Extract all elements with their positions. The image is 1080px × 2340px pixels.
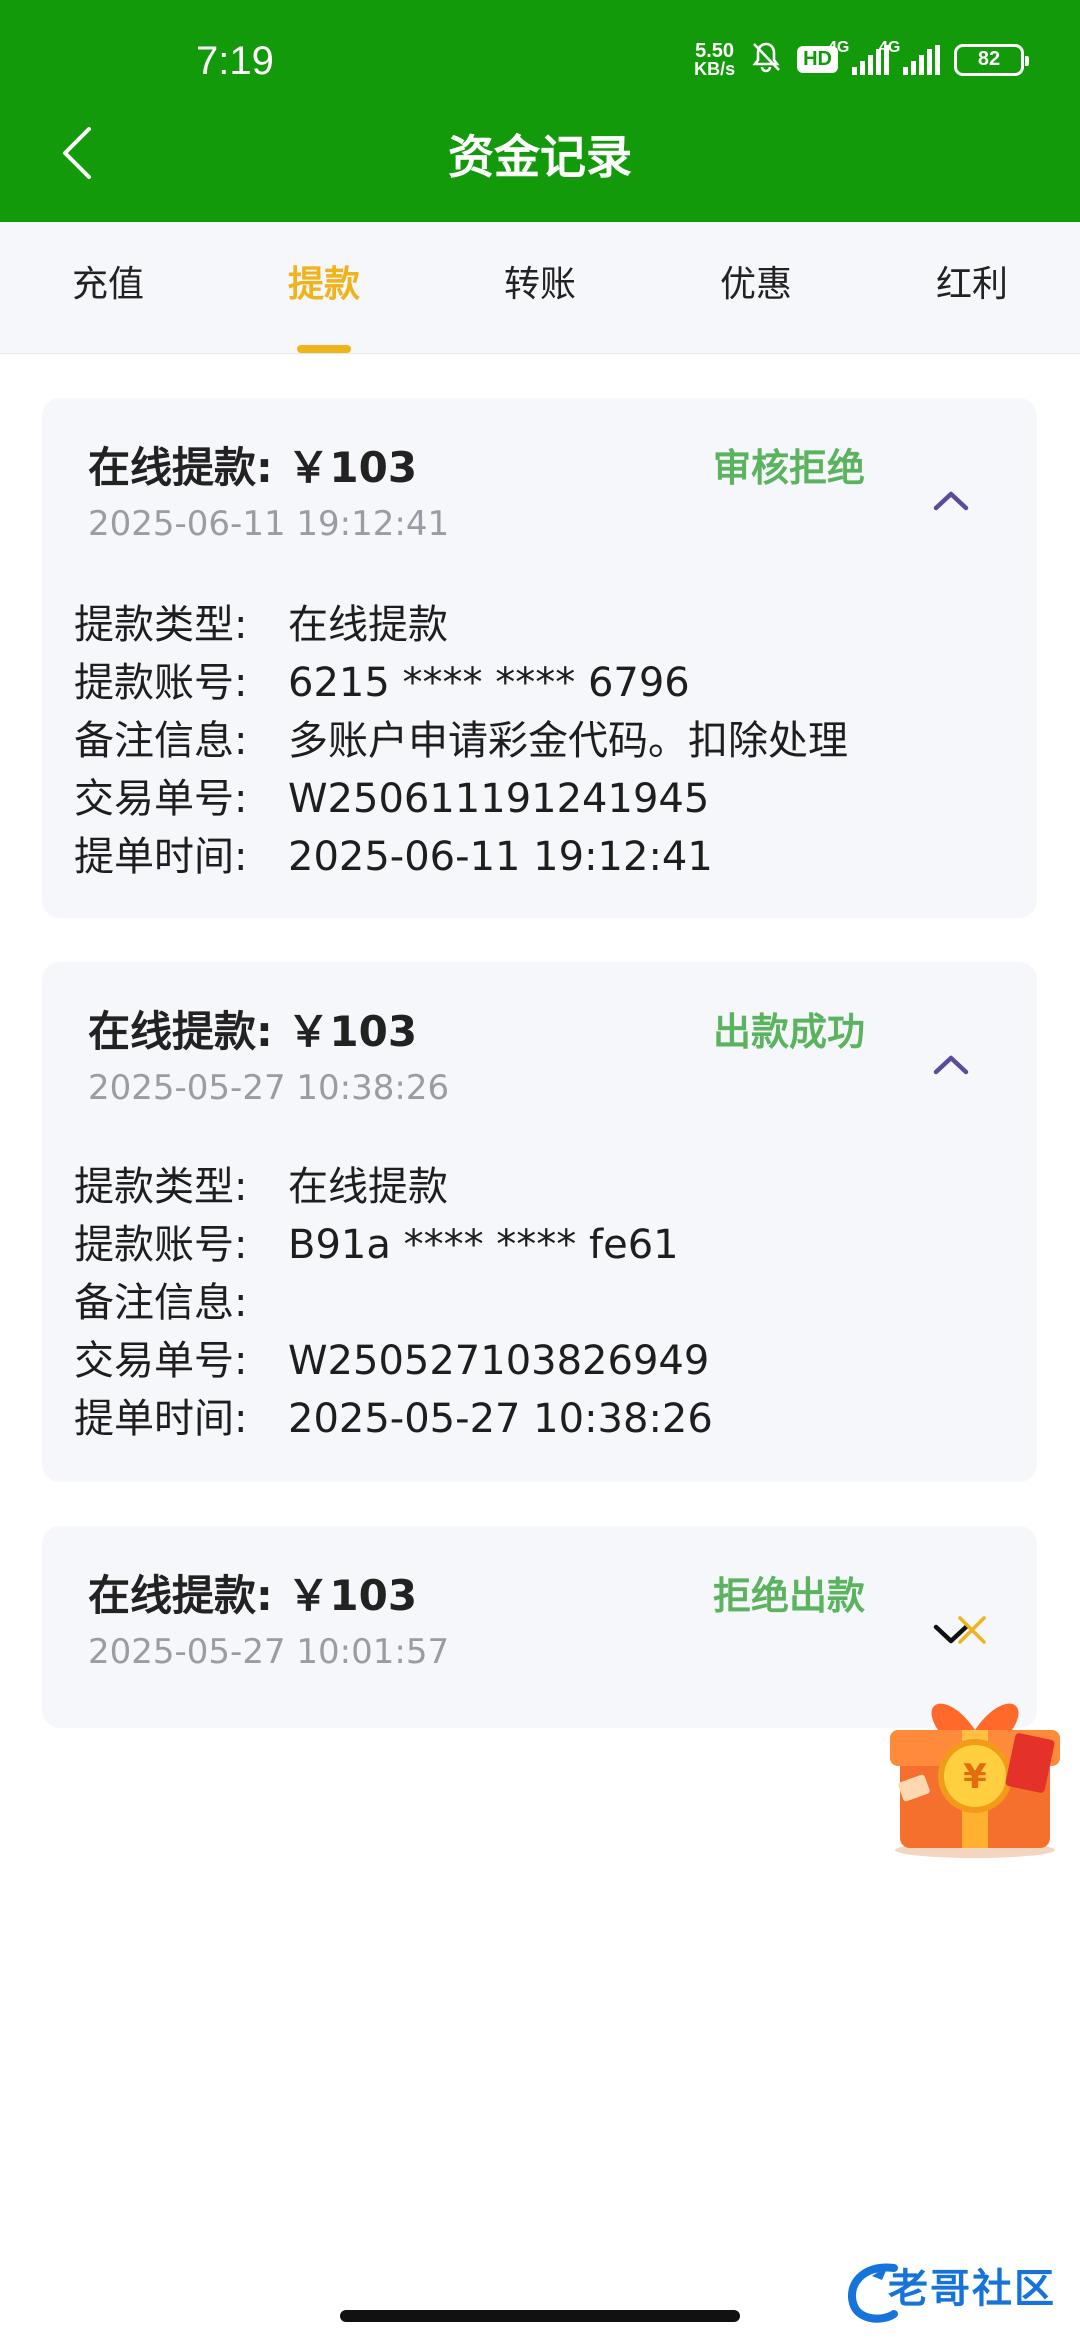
detail-row: 交易单号: W250611191241945	[74, 770, 848, 828]
detail-key: 备注信息:	[74, 1280, 248, 1326]
chevron-up-icon	[933, 1055, 969, 1075]
status-icons: 5.50 KB/s HD 4G 4G 82	[694, 38, 1029, 79]
svg-text:¥: ¥	[963, 1757, 987, 1797]
tab-withdraw[interactable]: 提款	[216, 222, 432, 353]
detail-value: 6215 **** **** 6796	[288, 660, 690, 706]
net-speed-unit: KB/s	[694, 58, 736, 79]
status-time: 7:19	[196, 39, 274, 83]
tab-transfer[interactable]: 转账	[432, 222, 648, 353]
detail-key: 提款账号:	[74, 660, 248, 706]
detail-row: 提款类型: 在线提款	[74, 596, 848, 654]
active-tab-indicator	[297, 345, 351, 353]
detail-key: 提单时间:	[74, 834, 248, 880]
tab-bar: 充值 提款 转账 优惠 红利	[0, 222, 1080, 354]
record-amount: 在线提款: ￥103	[88, 1571, 418, 1620]
detail-key: 提款账号:	[74, 1222, 248, 1268]
record-amount: 在线提款: ￥103	[88, 1007, 418, 1056]
network-type-2: 4G	[879, 38, 901, 56]
withdraw-record-card[interactable]: 在线提款: ￥103 2025-06-11 19:12:41 审核拒绝 提款类型…	[42, 398, 1037, 918]
detail-row: 提款类型: 在线提款	[74, 1158, 713, 1216]
detail-value: 在线提款	[288, 602, 448, 648]
detail-key: 提单时间:	[74, 1396, 248, 1442]
detail-key: 提款类型:	[74, 1164, 248, 1210]
record-status: 拒绝出款	[712, 1574, 865, 1618]
detail-row: 提单时间: 2025-06-11 19:12:41	[74, 828, 848, 886]
battery-level: 82	[977, 48, 1001, 70]
detail-row: 备注信息:	[74, 1274, 713, 1332]
net-speed-value: 5.50	[695, 39, 735, 62]
page-title: 资金记录	[448, 130, 632, 184]
collapse-toggle[interactable]	[927, 1046, 975, 1082]
detail-row: 交易单号: W250527103826949	[74, 1332, 713, 1390]
detail-value: 多账户申请彩金代码。扣除处理	[288, 718, 848, 764]
home-indicator[interactable]	[340, 2310, 740, 2322]
detail-row: 提单时间: 2025-05-27 10:38:26	[74, 1390, 713, 1448]
record-date: 2025-05-27 10:38:26	[88, 1068, 450, 1108]
gift-box-icon: ¥	[890, 1703, 1060, 1858]
record-status: 审核拒绝	[712, 446, 865, 490]
detail-value: W250527103826949	[288, 1338, 710, 1384]
tab-deposit[interactable]: 充值	[0, 222, 216, 353]
detail-row: 备注信息: 多账户申请彩金代码。扣除处理	[74, 712, 848, 770]
detail-key: 备注信息:	[74, 718, 248, 764]
close-gift-button[interactable]	[950, 1608, 994, 1652]
tab-label: 提款	[287, 264, 360, 305]
detail-value: 在线提款	[288, 1164, 448, 1210]
floating-gift-button[interactable]: ¥	[878, 1660, 1072, 1860]
detail-row: 提款账号: 6215 **** **** 6796	[74, 654, 848, 712]
record-date: 2025-06-11 19:12:41	[88, 504, 450, 544]
collapse-toggle[interactable]	[927, 482, 975, 518]
watermark-logo: 老哥社区	[842, 2256, 1072, 2332]
app-header: 7:19 5.50 KB/s HD 4G 4G 82 资金记录	[0, 0, 1080, 222]
net-speed: 5.50 KB/s	[694, 39, 736, 79]
detail-value: B91a **** **** fe61	[288, 1222, 679, 1268]
tab-label: 转账	[503, 264, 576, 305]
record-header[interactable]: 在线提款: ￥103 2025-05-27 10:01:57 拒绝出款	[88, 1568, 991, 1678]
tab-label: 红利	[935, 264, 1008, 305]
record-status: 出款成功	[712, 1010, 865, 1054]
detail-key: 交易单号:	[74, 1338, 248, 1384]
chevron-up-icon	[933, 491, 969, 511]
signal-icon-2: 4G	[879, 39, 940, 75]
detail-value: 2025-05-27 10:38:26	[288, 1396, 713, 1442]
detail-value: 2025-06-11 19:12:41	[288, 834, 713, 880]
tab-promotion[interactable]: 优惠	[648, 222, 864, 353]
close-icon	[958, 1616, 986, 1644]
record-header[interactable]: 在线提款: ￥103 2025-05-27 10:38:26 出款成功	[88, 1004, 991, 1114]
record-date: 2025-05-27 10:01:57	[88, 1632, 450, 1672]
detail-value: W250611191241945	[288, 776, 710, 822]
tab-bonus[interactable]: 红利	[864, 222, 1080, 353]
record-amount: 在线提款: ￥103	[88, 443, 418, 492]
tab-label: 充值	[71, 264, 144, 305]
detail-key: 交易单号:	[74, 776, 248, 822]
network-type: 4G	[828, 38, 850, 56]
status-bar: 7:19 5.50 KB/s HD 4G 4G 82	[0, 0, 1080, 120]
tab-label: 优惠	[719, 264, 792, 305]
record-header[interactable]: 在线提款: ￥103 2025-06-11 19:12:41 审核拒绝	[88, 440, 991, 550]
watermark-text: 老哥社区	[888, 2266, 1056, 2312]
detail-key: 提款类型:	[74, 602, 248, 648]
detail-row: 提款账号: B91a **** **** fe61	[74, 1216, 713, 1274]
record-details: 提款类型: 在线提款 提款账号: B91a **** **** fe61 备注信息:…	[74, 1158, 713, 1448]
battery-icon: 82	[954, 43, 1029, 76]
withdraw-record-card[interactable]: 在线提款: ￥103 2025-05-27 10:38:26 出款成功 提款类型…	[42, 962, 1037, 1482]
mute-bell-icon	[749, 40, 783, 79]
record-details: 提款类型: 在线提款 提款账号: 6215 **** **** 6796 备注信息:…	[74, 596, 848, 886]
